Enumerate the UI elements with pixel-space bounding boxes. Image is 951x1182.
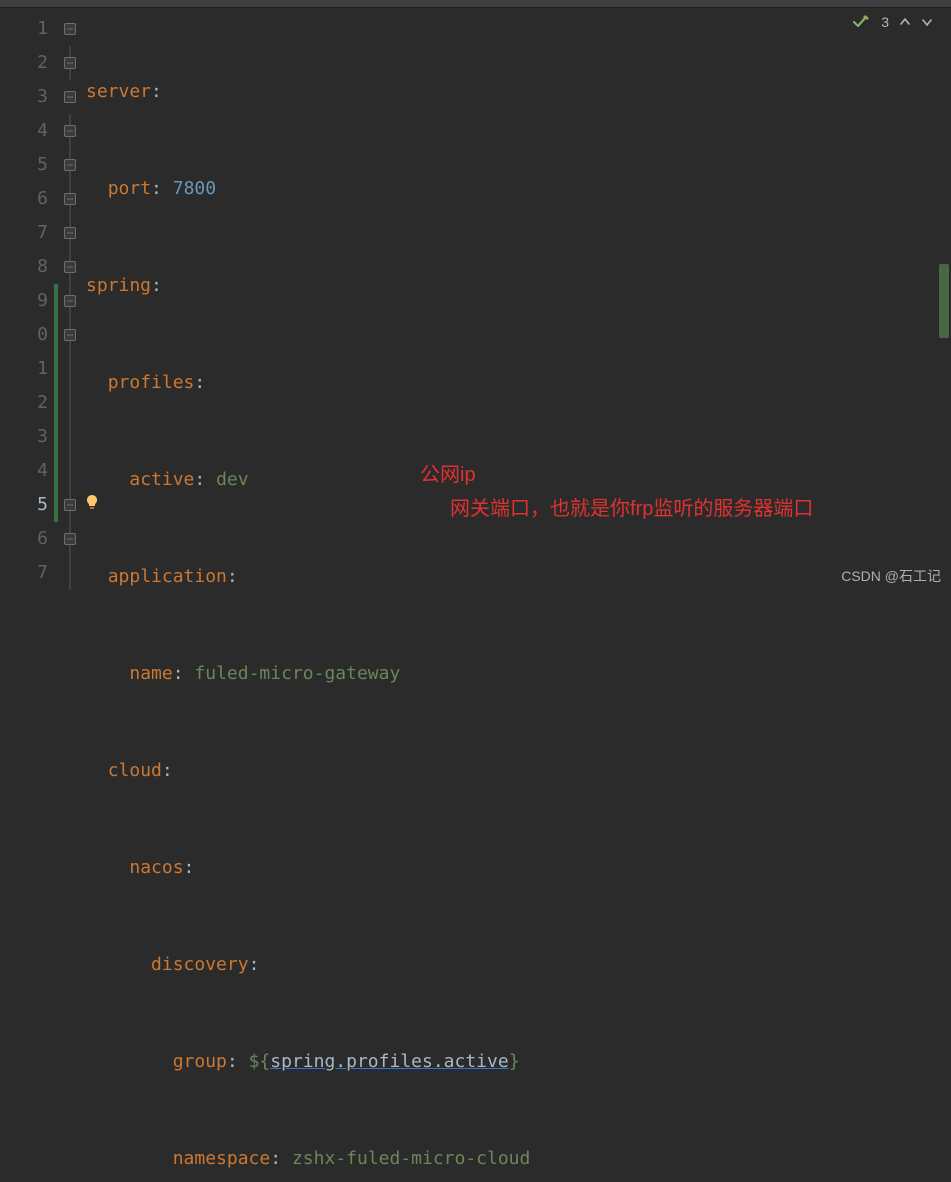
line-number[interactable]: 9 [0,284,58,318]
code-line[interactable]: group: ${spring.profiles.active} [82,1045,951,1079]
editor-top-separator [0,0,951,8]
fold-collapse-icon[interactable] [64,125,76,137]
yaml-key: spring [86,275,151,296]
line-number-gutter[interactable]: 1 2 3 4 5 6 7 8 9 0 1 2 3 4 5 6 7 [0,8,58,591]
fold-collapse-icon[interactable] [64,295,76,307]
yaml-number: 7800 [173,178,216,199]
yaml-key: active [129,469,194,490]
fold-collapse-icon[interactable] [64,193,76,205]
line-number[interactable]: 4 [0,114,58,148]
expr-prefix: ${ [249,1051,271,1072]
yaml-key: nacos [129,857,183,878]
line-number[interactable]: 5 [0,148,58,182]
yaml-key: cloud [108,760,162,781]
yaml-key: server [86,81,151,102]
code-editor[interactable]: 1 2 3 4 5 6 7 8 9 0 1 2 3 4 5 6 7 [0,8,951,591]
line-number[interactable]: 6 [0,522,58,556]
code-line[interactable]: profiles: [82,366,951,400]
colon: : [249,954,260,975]
line-number[interactable]: 1 [0,352,58,386]
colon: : [151,178,173,199]
fold-collapse-icon[interactable] [64,499,76,511]
code-area[interactable]: server: port: 7800 spring: profiles: act… [82,8,951,591]
fold-collapse-icon[interactable] [64,23,76,35]
problems-widget[interactable]: 3 [853,14,933,30]
colon: : [151,81,162,102]
colon: : [194,469,216,490]
property-reference[interactable]: spring.profiles.active [270,1051,508,1072]
code-line[interactable]: name: fuled-micro-gateway [82,657,951,691]
code-line[interactable]: discovery: [82,948,951,982]
line-number[interactable]: 3 [0,420,58,454]
yaml-key: profiles [108,372,195,393]
scrollbar-marker[interactable] [939,264,949,338]
yaml-key: application [108,566,227,587]
yaml-key: discovery [151,954,249,975]
yaml-value: dev [216,469,249,490]
fold-collapse-icon[interactable] [64,159,76,171]
fold-collapse-icon[interactable] [64,91,76,103]
code-line[interactable]: server: [82,75,951,109]
line-number[interactable]: 5 [0,488,58,522]
line-number[interactable]: 0 [0,318,58,352]
csdn-watermark: CSDN @石工记 [831,561,951,591]
yaml-key: group [173,1051,227,1072]
fold-collapse-icon[interactable] [64,261,76,273]
colon: : [270,1148,292,1169]
line-number[interactable]: 2 [0,386,58,420]
colon: : [151,275,162,296]
code-line[interactable]: namespace: zshx-fuled-micro-cloud [82,1142,951,1176]
code-line[interactable]: nacos: [82,851,951,885]
line-number[interactable]: 7 [0,556,58,590]
problems-count: 3 [881,14,889,30]
line-number[interactable]: 4 [0,454,58,488]
colon: : [184,857,195,878]
yaml-key: namespace [173,1148,271,1169]
vcs-change-marker [54,284,58,522]
colon: : [173,663,195,684]
colon: : [227,1051,249,1072]
checkmark-pencil-icon [853,15,871,29]
yaml-key: name [129,663,172,684]
colon: : [162,760,173,781]
code-line[interactable]: application: [82,560,951,594]
fold-collapse-icon[interactable] [64,329,76,341]
yaml-value: zshx-fuled-micro-cloud [292,1148,530,1169]
yaml-value: fuled-micro-gateway [194,663,400,684]
fold-gutter[interactable] [58,8,82,591]
code-line[interactable]: cloud: [82,754,951,788]
fold-collapse-icon[interactable] [64,227,76,239]
annotation-ip: 公网ip [420,458,476,487]
intention-bulb-icon[interactable] [84,494,100,515]
yaml-key: port [108,178,151,199]
annotation-port: 网关端口，也就是你frp监听的服务器端口 [450,492,813,521]
code-line[interactable]: port: 7800 [82,172,951,206]
line-number[interactable]: 2 [0,46,58,80]
line-number[interactable]: 3 [0,80,58,114]
line-number[interactable]: 6 [0,182,58,216]
colon: : [194,372,205,393]
expr-suffix: } [509,1051,520,1072]
colon: : [227,566,238,587]
prev-problem-icon[interactable] [899,16,911,28]
line-number[interactable]: 1 [0,12,58,46]
line-number[interactable]: 7 [0,216,58,250]
code-line[interactable]: spring: [82,269,951,303]
fold-collapse-icon[interactable] [64,533,76,545]
line-number[interactable]: 8 [0,250,58,284]
next-problem-icon[interactable] [921,16,933,28]
fold-collapse-icon[interactable] [64,57,76,69]
